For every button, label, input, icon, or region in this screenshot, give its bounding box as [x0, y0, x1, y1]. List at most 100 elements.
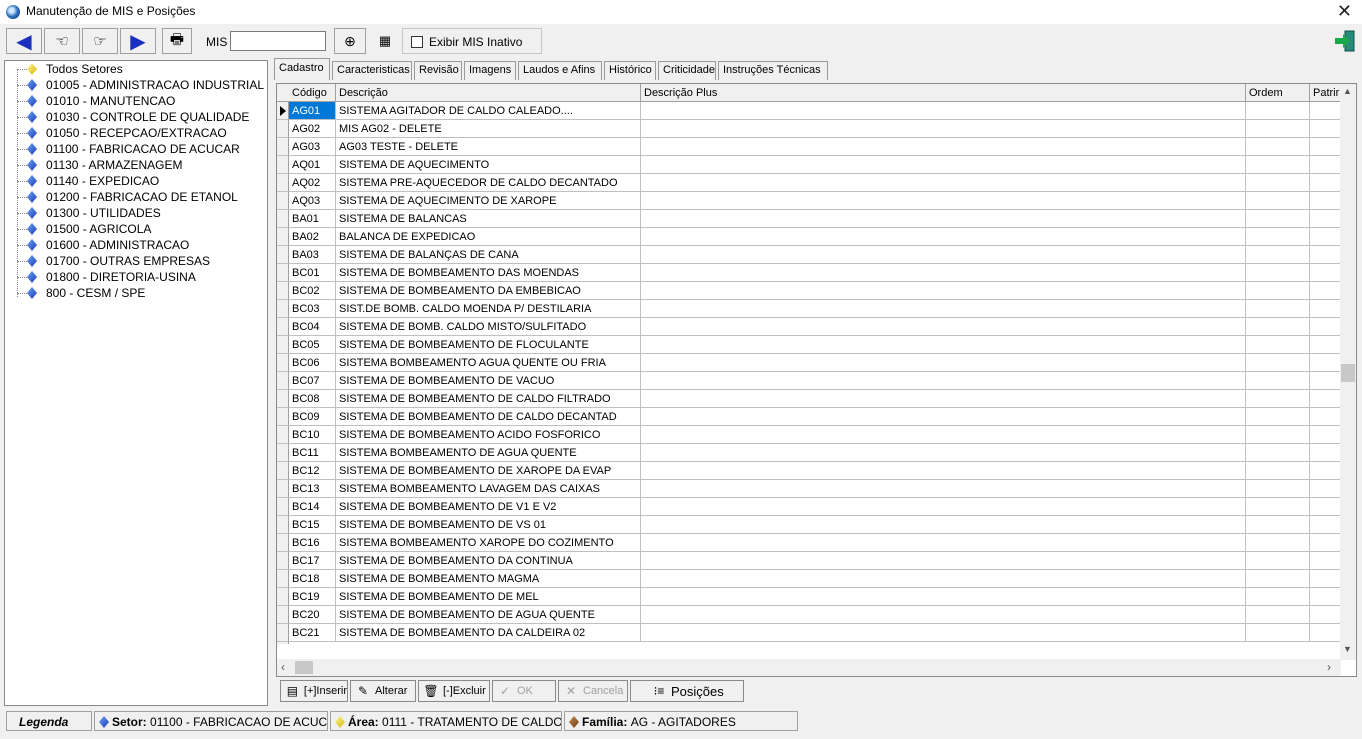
table-cell[interactable]: SISTEMA BOMBEAMENTO LAVAGEM DAS CAIXAS [336, 480, 641, 498]
column-header-1[interactable]: Descrição [336, 84, 641, 102]
table-cell[interactable] [1246, 246, 1310, 264]
scroll-right-icon[interactable]: › [1327, 660, 1331, 674]
table-row[interactable]: AG01 SISTEMA AGITADOR DE CALDO CALEADO...… [277, 102, 1350, 120]
horizontal-scroll-thumb[interactable] [295, 661, 313, 674]
row-indicator[interactable] [277, 228, 289, 246]
edit-button[interactable]: ✎ Alterar [350, 680, 416, 702]
table-cell[interactable] [1246, 156, 1310, 174]
table-cell[interactable] [641, 390, 1246, 408]
tree-item-13[interactable]: 800 - CESM / SPE [5, 285, 265, 301]
table-cell[interactable] [1246, 210, 1310, 228]
tree-item-9[interactable]: 01500 - AGRICOLA [5, 221, 265, 237]
table-cell[interactable]: BC15 [289, 516, 336, 534]
table-cell[interactable]: BA02 [289, 228, 336, 246]
table-cell[interactable] [641, 372, 1246, 390]
row-indicator[interactable] [277, 444, 289, 462]
row-indicator[interactable] [277, 264, 289, 282]
table-cell[interactable]: SISTEMA DE BOMBEAMENTO DE CALDO DECANTAD [336, 408, 641, 426]
ok-button[interactable]: ✓ OK [492, 680, 556, 702]
row-indicator[interactable] [277, 408, 289, 426]
table-cell[interactable]: MIS AG02 - DELETE [336, 120, 641, 138]
tab-4[interactable]: Laudos e Afins [518, 61, 602, 80]
table-row[interactable]: BC09 SISTEMA DE BOMBEAMENTO DE CALDO DECA… [277, 408, 1350, 426]
scroll-up-icon[interactable]: ▲ [1343, 86, 1352, 96]
tab-7[interactable]: Instruções Técnicas [718, 61, 828, 80]
table-cell[interactable]: SISTEMA DE BOMBEAMENTO DE MEL [336, 588, 641, 606]
table-cell[interactable]: AQ03 [289, 192, 336, 210]
show-inactive-checkbox[interactable] [411, 36, 423, 48]
table-cell[interactable] [641, 300, 1246, 318]
tree-item-2[interactable]: 01030 - CONTROLE DE QUALIDADE [5, 109, 265, 125]
table-row[interactable]: BC18 SISTEMA DE BOMBEAMENTO MAGMA [277, 570, 1350, 588]
table-cell[interactable] [1246, 354, 1310, 372]
table-cell[interactable]: BC13 [289, 480, 336, 498]
table-cell[interactable]: BC08 [289, 390, 336, 408]
table-cell[interactable] [1246, 480, 1310, 498]
table-row[interactable]: BC04 SISTEMA DE BOMB. CALDO MISTO/SULFITA… [277, 318, 1350, 336]
table-cell[interactable]: AG02 [289, 120, 336, 138]
table-cell[interactable]: BC05 [289, 336, 336, 354]
table-cell[interactable]: BC04 [289, 318, 336, 336]
tab-6[interactable]: Criticidade [658, 61, 716, 80]
table-cell[interactable] [641, 516, 1246, 534]
table-row[interactable]: BC17 SISTEMA DE BOMBEAMENTO DA CONTINUA [277, 552, 1350, 570]
table-cell[interactable] [641, 480, 1246, 498]
table-cell[interactable] [641, 408, 1246, 426]
table-cell[interactable]: BA01 [289, 210, 336, 228]
table-cell[interactable] [641, 570, 1246, 588]
table-cell[interactable] [1246, 372, 1310, 390]
table-cell[interactable]: SISTEMA DE BOMBEAMENTO MAGMA [336, 570, 641, 588]
table-cell[interactable] [1246, 408, 1310, 426]
table-cell[interactable] [641, 282, 1246, 300]
table-cell[interactable]: BC14 [289, 498, 336, 516]
table-cell[interactable] [641, 462, 1246, 480]
tab-5[interactable]: Histórico [604, 61, 656, 80]
table-cell[interactable]: SISTEMA DE BOMBEAMENTO DE VACUO [336, 372, 641, 390]
table-cell[interactable] [641, 210, 1246, 228]
table-cell[interactable]: SISTEMA PRE-AQUECEDOR DE CALDO DECANTADO [336, 174, 641, 192]
table-cell[interactable]: AQ02 [289, 174, 336, 192]
table-cell[interactable]: BC10 [289, 426, 336, 444]
table-cell[interactable] [1246, 318, 1310, 336]
insert-button[interactable]: ▤ [+]Inserir [280, 680, 348, 702]
table-cell[interactable] [1246, 282, 1310, 300]
tree-item-10[interactable]: 01600 - ADMINISTRACAO [5, 237, 265, 253]
table-cell[interactable] [641, 102, 1246, 120]
first-record-button[interactable]: ◀ [6, 28, 42, 54]
table-row[interactable]: BC02 SISTEMA DE BOMBEAMENTO DA EMBEBICAO [277, 282, 1350, 300]
table-cell[interactable] [641, 228, 1246, 246]
table-cell[interactable]: SISTEMA DE BOMBEAMENTO DA EMBEBICAO [336, 282, 641, 300]
row-indicator[interactable] [277, 192, 289, 210]
table-cell[interactable] [641, 624, 1246, 642]
table-cell[interactable] [641, 318, 1246, 336]
tree-item-7[interactable]: 01200 - FABRICACAO DE ETANOL [5, 189, 265, 205]
row-indicator[interactable] [277, 480, 289, 498]
row-indicator[interactable] [277, 426, 289, 444]
table-cell[interactable]: BC20 [289, 606, 336, 624]
row-indicator[interactable] [277, 390, 289, 408]
table-row[interactable]: AG02 MIS AG02 - DELETE [277, 120, 1350, 138]
tab-1[interactable]: Caracteristicas [332, 61, 412, 80]
table-cell[interactable]: BC19 [289, 588, 336, 606]
table-cell[interactable]: BC16 [289, 534, 336, 552]
tab-0[interactable]: Cadastro [274, 58, 330, 80]
tab-2[interactable]: Revisão [414, 61, 462, 80]
table-row[interactable]: BC08 SISTEMA DE BOMBEAMENTO DE CALDO FILT… [277, 390, 1350, 408]
table-cell[interactable] [641, 192, 1246, 210]
row-indicator[interactable] [277, 606, 289, 624]
table-cell[interactable] [1246, 570, 1310, 588]
table-cell[interactable] [641, 426, 1246, 444]
table-cell[interactable]: SISTEMA DE BOMBEAMENTO DE AGUA QUENTE [336, 606, 641, 624]
positions-button[interactable]: ⁝≡ Posições [630, 680, 744, 702]
row-indicator[interactable] [277, 282, 289, 300]
tree-item-12[interactable]: 01800 - DIRETORIA-USINA [5, 269, 265, 285]
scroll-left-icon[interactable]: ‹ [281, 660, 285, 674]
table-row[interactable]: BA02 BALANCA DE EXPEDICAO [277, 228, 1350, 246]
table-cell[interactable]: BC09 [289, 408, 336, 426]
scroll-down-icon[interactable]: ▼ [1343, 644, 1352, 654]
table-row[interactable]: BC06 SISTEMA BOMBEAMENTO AGUA QUENTE OU F… [277, 354, 1350, 372]
table-cell[interactable]: SISTEMA DE BOMB. CALDO MISTO/SULFITADO [336, 318, 641, 336]
table-cell[interactable]: SISTEMA DE AQUECIMENTO DE XAROPE [336, 192, 641, 210]
table-row[interactable]: BA01 SISTEMA DE BALANCAS [277, 210, 1350, 228]
row-indicator[interactable] [277, 552, 289, 570]
